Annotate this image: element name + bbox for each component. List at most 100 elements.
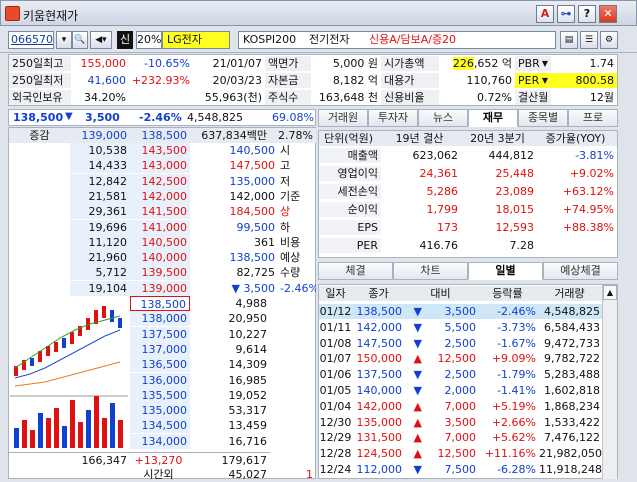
tab-4[interactable]: 종목별 <box>518 109 568 127</box>
close-button[interactable]: ✕ <box>599 5 617 23</box>
ask-info-tag: 저 <box>280 174 291 188</box>
daily-date[interactable]: 01/05 <box>319 383 355 398</box>
list-icon[interactable]: ☰ <box>580 31 598 49</box>
tab-1[interactable]: 투자자 <box>368 109 418 127</box>
summary-row: 250일최저 41,600 +232.93% 20/03/23 자본금 8,182 억 대용… <box>9 72 617 89</box>
doc-icon[interactable]: ▤ <box>560 31 578 49</box>
ob-header-pct: 2.78% <box>270 128 316 143</box>
settings-icon[interactable]: ⚙ <box>600 31 618 49</box>
help-button[interactable]: ? <box>578 5 596 23</box>
ask-price[interactable]: 142,500 <box>130 173 190 189</box>
sector-label: 전기전자 <box>309 33 350 46</box>
tab-5[interactable]: 프로 <box>568 109 618 127</box>
daily-volume: 5,283,488 <box>544 368 600 382</box>
market-cap-highlight: 226 <box>452 57 474 70</box>
daily-date[interactable]: 01/11 <box>319 320 355 335</box>
tab-2[interactable]: 뉴스 <box>418 109 468 127</box>
summary-value: 800.58 <box>551 73 617 88</box>
scrollbar[interactable]: ▲ <box>602 285 617 479</box>
fin-value: 18,015 <box>495 203 535 216</box>
daily-date[interactable]: 01/04 <box>319 399 355 414</box>
daily-date[interactable]: 01/12 <box>319 304 355 319</box>
ask-price[interactable]: 143,000 <box>130 158 190 174</box>
ask-price[interactable]: 139,500 <box>130 265 190 281</box>
ask-price[interactable]: 141,000 <box>130 219 190 235</box>
ask-price[interactable]: 143,500 <box>130 143 190 158</box>
daily-date[interactable]: 01/06 <box>319 367 355 382</box>
stock-code-input[interactable]: 066570 <box>8 31 54 49</box>
speaker-icon[interactable]: ◀▾ <box>90 31 112 49</box>
tab-0[interactable]: 체결 <box>318 262 393 280</box>
daily-close: 112,000 <box>356 463 403 476</box>
ask-price[interactable]: 141,500 <box>130 204 190 220</box>
pin-button[interactable]: ⊶ <box>557 5 575 23</box>
daily-header: 대비 <box>405 286 479 301</box>
ask-price[interactable]: 139,000 <box>130 280 190 296</box>
fin-growth: +74.95% <box>562 203 614 216</box>
scroll-up-icon[interactable]: ▲ <box>603 285 617 300</box>
bid-price[interactable]: 135,000 <box>130 403 190 419</box>
fin-header: 증가율(YOY) <box>537 131 617 146</box>
daily-close: 142,000 <box>356 399 403 413</box>
summary-label: 외국인보유 <box>9 90 71 105</box>
bid-volume: 14,309 <box>228 358 268 372</box>
tab-1[interactable]: 차트 <box>393 262 468 280</box>
daily-header: 거래량 <box>539 286 603 301</box>
ask-price[interactable]: 140,000 <box>130 250 190 266</box>
daily-date[interactable]: 12/29 <box>319 430 355 445</box>
ob-header-sell: 139,000 <box>70 128 130 143</box>
summary-label: PBR ▼ <box>515 56 551 71</box>
summary-label: 시가총액 <box>381 56 439 71</box>
daily-change: 12,500 <box>437 352 477 366</box>
daily-date[interactable]: 01/08 <box>319 336 355 351</box>
bid-price[interactable]: 138,500 <box>130 296 190 311</box>
volume-bar <box>62 426 67 448</box>
bid-price[interactable]: 136,000 <box>130 372 190 388</box>
daily-volume: 1,602,818 <box>544 384 600 397</box>
fin-value: 23,089 <box>495 185 535 198</box>
bid-price[interactable]: 136,500 <box>130 357 190 373</box>
daily-arrow: ▼ <box>413 320 422 334</box>
bid-price[interactable]: 134,500 <box>130 418 190 434</box>
daily-rate: -2.46% <box>479 304 539 319</box>
bid-price[interactable]: 135,500 <box>130 387 190 403</box>
dropdown-icon[interactable]: ▼ <box>542 73 548 88</box>
daily-volume: 9,472,733 <box>544 336 600 350</box>
summary-change: -10.65% <box>144 57 190 70</box>
bid-price[interactable]: 137,000 <box>130 341 190 357</box>
search-icon[interactable]: 🔍 <box>72 31 88 49</box>
daily-date[interactable]: 12/30 <box>319 415 355 430</box>
fin-header: 20년 3분기 <box>461 131 537 146</box>
tab-0[interactable]: 거래원 <box>318 109 368 127</box>
daily-arrow: ▼ <box>405 304 425 319</box>
tab-3[interactable]: 예상체결 <box>543 262 618 280</box>
credit-label: 신용A/담보A/증20 <box>369 33 457 46</box>
daily-header: 일자 <box>319 286 355 301</box>
tab-3[interactable]: 재무 <box>468 109 518 127</box>
code-dropdown-button[interactable]: ▾ <box>56 31 72 49</box>
daily-date[interactable]: 12/24 <box>319 462 355 477</box>
ask-info: 142,000 <box>229 189 276 203</box>
bid-price[interactable]: 137,500 <box>130 326 190 342</box>
ask-price[interactable]: 140,500 <box>130 234 190 250</box>
daily-close: 124,500 <box>356 447 403 461</box>
bid-price[interactable]: 134,000 <box>130 433 190 449</box>
ask-price[interactable]: 142,000 <box>130 188 190 204</box>
daily-rate: +9.09% <box>491 352 536 366</box>
bid-price[interactable]: 138,000 <box>130 311 190 327</box>
daily-close: 147,500 <box>356 336 403 350</box>
daily-change: 12,500 <box>437 447 477 461</box>
daily-date[interactable]: 12/28 <box>319 446 355 461</box>
dropdown-icon[interactable]: ▼ <box>542 56 548 71</box>
fin-label: 순이익 <box>319 202 381 217</box>
daily-volume: 21,982,050 <box>539 447 602 461</box>
summary-date: 21/01/07 <box>212 57 262 70</box>
daily-arrow: ▲ <box>413 447 422 461</box>
daily-close: 135,000 <box>356 415 403 429</box>
tab-2[interactable]: 일별 <box>468 262 543 280</box>
a-button[interactable]: A <box>536 5 554 23</box>
app-icon <box>5 6 20 21</box>
new-badge: 신 <box>117 31 133 49</box>
ask-volume: 10,538 <box>70 143 130 158</box>
daily-date[interactable]: 01/07 <box>319 351 355 366</box>
